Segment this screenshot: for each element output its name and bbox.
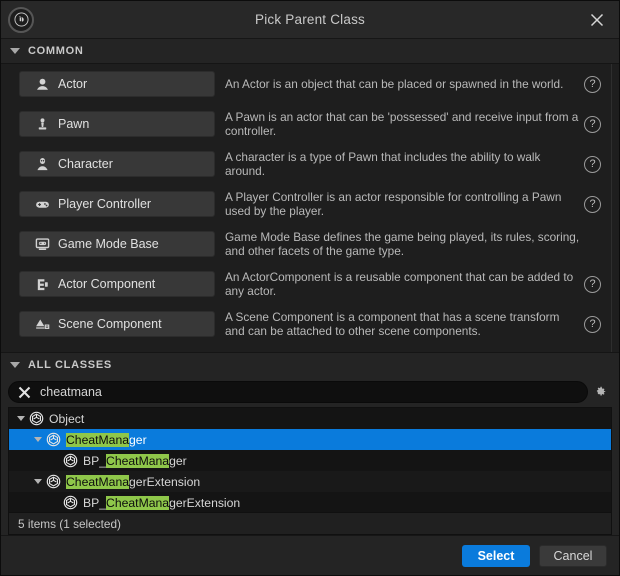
class-description: A Pawn is an actor that can be 'possesse… [225,110,579,138]
search-match-highlight: CheatMana [106,495,170,510]
all-classes-section-label: ALL CLASSES [28,359,112,371]
pawn-icon [34,116,50,132]
class-tree[interactable]: Object CheatManager BP_CheatManager CheatMa… [8,407,612,513]
tree-item-label: BP_CheatManagerExtension [83,495,241,510]
class-button-label: Character [58,157,113,171]
help-icon-placeholder [584,236,601,253]
unreal-engine-logo [8,6,34,33]
panel-divider [611,64,612,352]
search-row: cheatmana [1,377,619,407]
tree-item-cheatmanager[interactable]: CheatManager [9,429,611,450]
tree-item-bp_cheatmanager[interactable]: BP_CheatManager [9,450,611,471]
class-description: A character is a type of Pawn that inclu… [225,150,541,178]
tree-item-label: Object [49,411,85,426]
class-button-scene-component[interactable]: Scene Component [19,311,215,337]
class-button-player-controller[interactable]: Player Controller [19,191,215,217]
help-icon[interactable]: ? [584,315,601,333]
search-match-highlight: CheatMana [66,474,130,489]
class-description: An Actor is an object that can be placed… [225,77,564,91]
class-button-label: Pawn [58,117,90,131]
class-button-character[interactable]: Character [19,151,215,177]
help-icon[interactable]: ? [584,115,601,133]
all-classes-section-header[interactable]: ALL CLASSES [1,353,619,377]
common-class-row: Scene Component A Scene Component is a co… [1,304,619,344]
tree-item-label: CheatManager [66,432,147,447]
common-section-label: COMMON [28,45,84,57]
class-button-label: Actor [58,77,88,91]
search-match-highlight: CheatMana [106,453,170,468]
cancel-button[interactable]: Cancel [539,544,607,567]
actor-component-icon [34,276,50,292]
common-class-row: Actor Component An ActorComponent is a re… [1,264,619,304]
class-button-actor[interactable]: Actor [19,71,215,97]
common-classes-list: Actor An Actor is an object that can be p… [1,63,619,353]
clear-x-icon[interactable] [18,386,31,399]
tree-item-object[interactable]: Object [9,408,611,429]
gamepad-icon [34,196,50,212]
common-class-row: Character A character is a type of Pawn t… [1,144,619,184]
class-object-icon [63,453,78,468]
class-button-pawn[interactable]: Pawn [19,111,215,137]
help-icon[interactable]: ? [584,75,601,93]
common-class-row: Actor An Actor is an object that can be p… [1,64,619,104]
dialog-footer: Select Cancel [1,535,619,575]
help-icon[interactable]: ? [584,195,601,213]
tree-item-label: CheatManagerExtension [66,474,201,489]
actor-icon [34,76,50,92]
game-mode-icon [34,236,50,252]
select-button[interactable]: Select [462,544,530,567]
tree-item-label: BP_CheatManager [83,453,187,468]
common-section-header[interactable]: COMMON [1,39,619,63]
search-input[interactable]: cheatmana [8,381,588,403]
class-button-label: Game Mode Base [58,237,159,251]
class-description: An ActorComponent is a reusable componen… [225,270,574,298]
scene-component-icon [34,316,50,332]
help-icon[interactable]: ? [584,155,601,173]
common-class-row: Player Controller A Player Controller is … [1,184,619,224]
class-object-icon [29,411,44,426]
class-object-icon [46,474,61,489]
gear-icon[interactable] [588,381,612,403]
class-button-label: Actor Component [58,277,156,291]
class-object-icon [63,495,78,510]
tree-expander-icon[interactable] [30,437,46,442]
class-description: A Player Controller is an actor responsi… [225,190,562,218]
class-button-label: Scene Component [58,317,162,331]
tree-expander-icon[interactable] [13,416,29,421]
chevron-down-icon [10,48,20,54]
tree-item-cheatmanagerextension[interactable]: CheatManagerExtension [9,471,611,492]
help-icon[interactable]: ? [584,275,601,293]
pick-parent-class-dialog: Pick Parent Class COMMON Actor An Actor i… [0,0,620,576]
tree-item-bp_cheatmanagerextension[interactable]: BP_CheatManagerExtension [9,492,611,512]
tree-expander-icon[interactable] [30,479,46,484]
class-button-game-mode-base[interactable]: Game Mode Base [19,231,215,257]
common-class-row: Pawn A Pawn is an actor that can be 'poss… [1,104,619,144]
class-object-icon [46,432,61,447]
close-icon[interactable] [575,1,619,38]
status-bar: 5 items (1 selected) [8,513,612,535]
title-bar: Pick Parent Class [1,1,619,39]
search-input-value: cheatmana [40,385,102,399]
character-icon [34,156,50,172]
class-description: Game Mode Base defines the game being pl… [225,230,580,258]
class-description: A Scene Component is a component that ha… [225,310,560,338]
common-class-row: Game Mode Base Game Mode Base defines the… [1,224,619,264]
class-button-label: Player Controller [58,197,152,211]
class-button-actor-component[interactable]: Actor Component [19,271,215,297]
search-match-highlight: CheatMana [66,432,130,447]
window-title: Pick Parent Class [255,12,365,27]
chevron-down-icon [10,362,20,368]
